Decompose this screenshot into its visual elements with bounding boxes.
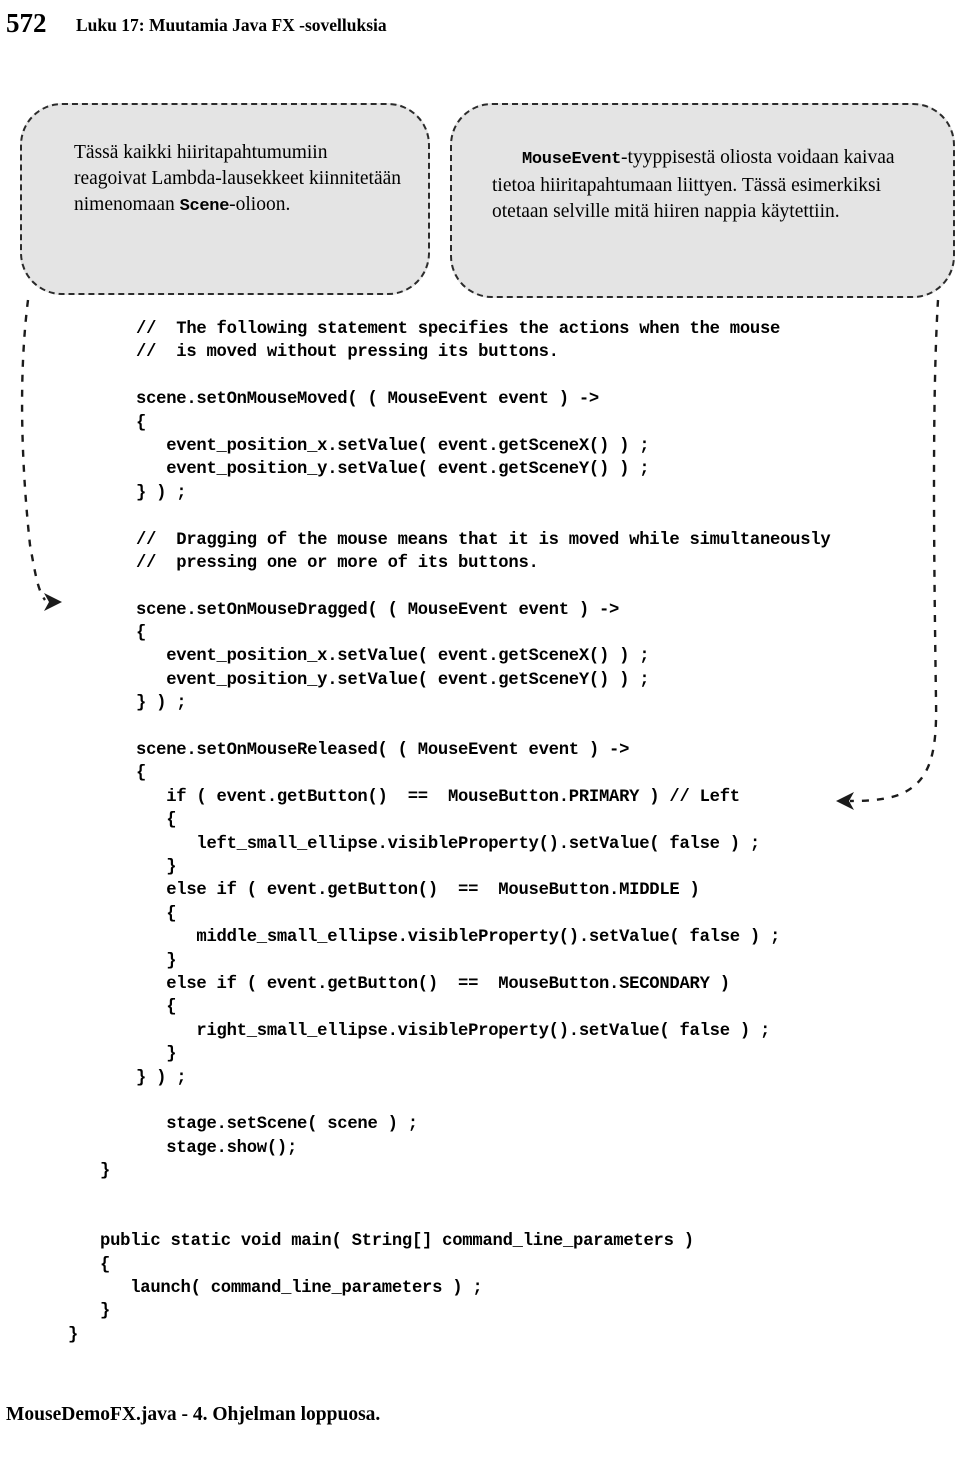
code-line: launch( command_line_parameters ) ; — [100, 1279, 483, 1299]
code-line: right_small_ellipse.visibleProperty().se… — [136, 1021, 771, 1041]
code-line: public static void main( String[] comman… — [100, 1232, 694, 1252]
code-line: { — [136, 624, 147, 644]
callout-box-right: MouseEvent-tyyppisestä oliosta voidaan k… — [450, 103, 955, 298]
code-line: else if ( event.getButton() == MouseButt… — [136, 881, 700, 901]
code-line: } — [100, 1302, 111, 1322]
code-line: } — [136, 1045, 177, 1065]
callout-left-text: Tässä kaikki hiiritapahtumumiin reagoiva… — [74, 140, 404, 220]
code-line: // pressing one or more of its buttons. — [136, 553, 539, 573]
callout-right-code-term: MouseEvent — [522, 150, 622, 169]
callout-left-text-part2: -olioon. — [229, 194, 291, 215]
code-line: { — [136, 764, 147, 784]
code-line: event_position_x.setValue( event.getScen… — [136, 436, 650, 456]
code-line: else if ( event.getButton() == MouseButt… — [136, 974, 730, 994]
code-line: } ) ; — [136, 483, 187, 503]
code-line: { — [136, 413, 147, 433]
code-line: } ) ; — [136, 1068, 187, 1088]
page-header: 572 Luku 17: Muutamia Java FX -sovelluks… — [0, 8, 960, 48]
code-line: // Dragging of the mouse means that it i… — [136, 530, 831, 550]
code-line: } — [100, 1162, 111, 1182]
callout-left-code-term: Scene — [179, 197, 230, 216]
code-line: { — [100, 1255, 111, 1275]
page-number: 572 — [6, 8, 47, 38]
code-line: // The following statement specifies the… — [136, 320, 781, 339]
code-line: } — [136, 951, 177, 971]
code-line: { — [136, 811, 177, 831]
arrowhead-right-pointing — [44, 593, 62, 611]
code-line: scene.setOnMouseMoved( ( MouseEvent even… — [136, 390, 599, 410]
code-line: left_small_ellipse.visibleProperty().set… — [136, 834, 760, 854]
code-line: scene.setOnMouseReleased( ( MouseEvent e… — [136, 741, 630, 761]
code-line: { — [136, 998, 177, 1018]
chapter-header-title: Luku 17: Muutamia Java FX -sovelluksia — [76, 15, 387, 35]
code-line: event_position_y.setValue( event.getScen… — [136, 670, 650, 690]
callout-box-left: Tässä kaikki hiiritapahtumumiin reagoiva… — [20, 103, 430, 295]
code-line: scene.setOnMouseDragged( ( MouseEvent ev… — [136, 600, 620, 620]
code-line: // is moved without pressing its buttons… — [136, 343, 559, 363]
code-line: } — [136, 857, 177, 877]
code-line: if ( event.getButton() == MouseButton.PR… — [136, 787, 740, 807]
code-listing: // The following statement specifies the… — [68, 318, 946, 1347]
figure-caption: MouseDemoFX.java - 4. Ohjelman loppuosa. — [6, 1404, 381, 1425]
callout-right-text: MouseEvent-tyyppisestä oliosta voidaan k… — [492, 145, 932, 225]
code-line: stage.setScene( scene ) ; — [136, 1115, 418, 1135]
code-line: } — [68, 1325, 79, 1345]
code-line: event_position_y.setValue( event.getScen… — [136, 460, 650, 480]
leader-line-left — [20, 299, 46, 601]
code-line: { — [136, 904, 177, 924]
code-line: stage.show(); — [136, 1138, 298, 1158]
code-line: } ) ; — [136, 694, 187, 714]
code-line: event_position_x.setValue( event.getScen… — [136, 647, 650, 667]
code-line: middle_small_ellipse.visibleProperty().s… — [136, 928, 781, 948]
